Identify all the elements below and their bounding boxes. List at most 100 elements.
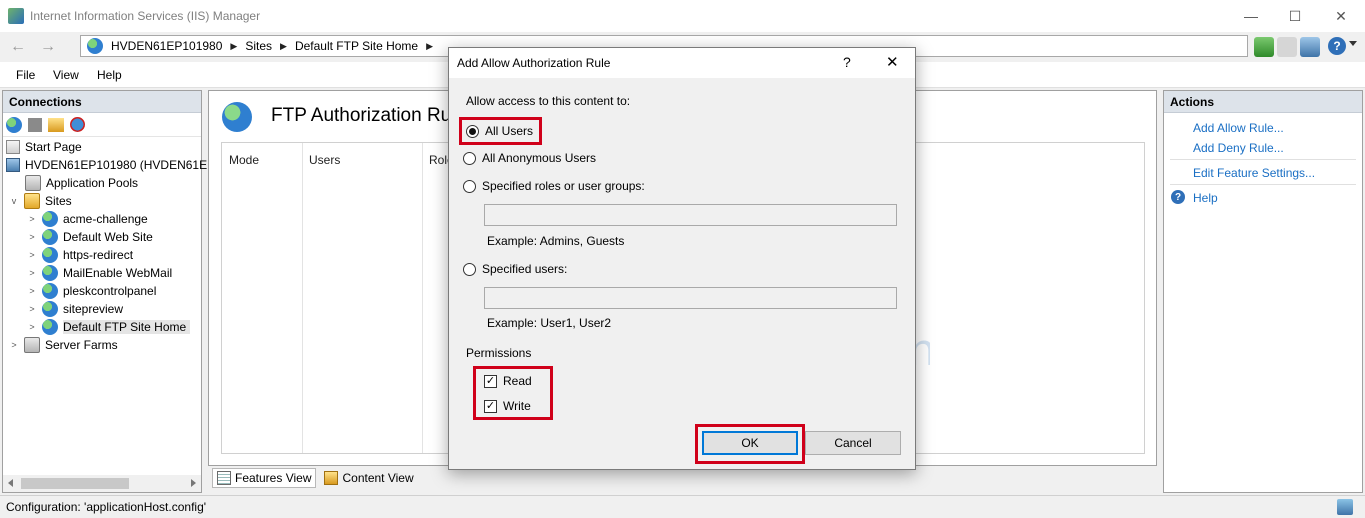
site-globe-icon [42,283,58,299]
expand-icon[interactable]: > [27,304,37,314]
tree-item-server[interactable]: HVDEN61EP101980 (HVDEN61EP1 [3,156,222,174]
users-input[interactable] [484,287,897,309]
column-header-mode[interactable]: Mode [229,153,259,167]
tree-item-server-farms[interactable]: > Server Farms [3,336,201,354]
back-button[interactable]: ← [6,36,30,58]
tree-label: HVDEN61EP101980 (HVDEN61EP1 [25,158,222,172]
write-permission[interactable]: ✓ Write [484,399,531,413]
tree-label: Application Pools [46,176,139,190]
help-link[interactable]: Help [1193,191,1218,205]
column-divider[interactable] [422,143,423,453]
site-globe-icon [42,247,58,263]
read-checkbox[interactable]: ✓ [484,374,497,388]
tab-content-view[interactable]: Content View [320,468,417,488]
crumb-separator-icon[interactable]: ▶ [280,41,287,52]
expand-icon[interactable]: > [27,250,37,260]
tree-label: Server Farms [45,338,118,352]
tree-item-app-pools[interactable]: Application Pools [3,174,201,192]
horizontal-scrollbar[interactable] [3,475,201,492]
tree-item-sites[interactable]: v Sites [3,192,201,210]
menu-file[interactable]: File [16,68,35,82]
scrollbar-thumb[interactable] [21,478,129,489]
tab-features-view[interactable]: Features View [212,468,317,488]
collapse-icon[interactable]: v [9,196,19,206]
site-globe-icon [42,211,58,227]
tree-item-site[interactable]: > sitepreview [3,300,201,318]
home-icon[interactable] [1300,37,1320,57]
roles-input[interactable] [484,204,897,226]
connect-icon[interactable] [6,116,22,133]
tree-item-site-selected[interactable]: > Default FTP Site Home [3,318,201,336]
dialog-close-button[interactable]: ✕ [886,53,899,71]
column-divider[interactable] [302,143,303,453]
expand-icon[interactable]: > [27,214,37,224]
permission-label: Read [503,374,532,388]
all-users-radio[interactable] [466,124,479,138]
expand-icon[interactable]: > [27,286,37,296]
add-allow-rule-link[interactable]: Add Allow Rule... [1193,121,1284,135]
tree-label: Default Web Site [63,230,153,244]
expand-icon[interactable]: > [27,232,37,242]
menu-help[interactable]: Help [97,68,122,82]
ok-button[interactable]: OK [702,431,798,455]
scroll-left-icon[interactable] [8,479,13,487]
maximize-button[interactable]: ☐ [1272,0,1318,32]
feature-globe-icon [222,102,252,132]
column-header-users[interactable]: Users [309,153,340,167]
crumb-sites[interactable]: Sites [237,39,280,53]
status-bar: Configuration: 'applicationHost.config' [0,495,1365,518]
tree-label: pleskcontrolpanel [63,284,157,298]
site-globe-icon [42,229,58,245]
option-all-anonymous[interactable]: All Anonymous Users [463,151,596,165]
connections-toolbar [3,113,201,137]
option-specified-roles[interactable]: Specified roles or user groups: [463,179,645,193]
tree-label: acme-challenge [63,212,148,226]
dialog-title-bar: Add Allow Authorization Rule ? ✕ [449,48,915,78]
close-window-button[interactable]: ✕ [1318,0,1364,32]
dialog-help-button[interactable]: ? [843,54,851,70]
menu-view[interactable]: View [53,68,79,82]
read-permission[interactable]: ✓ Read [484,374,532,388]
sites-folder-icon [24,193,40,209]
option-all-users[interactable]: All Users [459,117,542,145]
expand-icon[interactable]: > [9,340,19,350]
crumb-site[interactable]: Default FTP Site Home [287,39,426,53]
crumb-server[interactable]: HVDEN61EP101980 [103,39,230,53]
connections-title: Connections [3,91,201,113]
window-title: Internet Information Services (IIS) Mana… [30,9,261,23]
network-status-icon [1337,499,1353,515]
dialog-title: Add Allow Authorization Rule [457,56,611,70]
up-folder-icon[interactable] [48,117,64,132]
option-specified-users[interactable]: Specified users: [463,262,567,276]
tree-item-site[interactable]: > acme-challenge [3,210,201,228]
scroll-right-icon[interactable] [191,479,196,487]
disconnect-icon[interactable] [70,117,85,132]
help-icon[interactable]: ? [1328,37,1346,55]
add-deny-rule-link[interactable]: Add Deny Rule... [1193,141,1284,155]
cancel-button[interactable]: Cancel [805,431,901,455]
permissions-label: Permissions [466,346,532,360]
help-dropdown-icon[interactable] [1349,41,1357,46]
tree-item-site[interactable]: > pleskcontrolpanel [3,282,201,300]
expand-icon[interactable]: > [27,322,37,332]
save-icon[interactable] [28,117,42,132]
tab-label: Features View [235,471,312,485]
tree-item-site[interactable]: > https-redirect [3,246,201,264]
tree-item-site[interactable]: > MailEnable WebMail [3,264,201,282]
forward-button[interactable]: → [36,36,60,58]
stop-icon[interactable] [1277,37,1297,57]
tree-item-start-page[interactable]: Start Page [3,138,201,156]
refresh-icon[interactable] [1254,37,1274,57]
tree-item-site[interactable]: > Default Web Site [3,228,201,246]
specified-roles-radio[interactable] [463,179,476,193]
minimize-button[interactable]: — [1228,0,1274,32]
write-checkbox[interactable]: ✓ [484,399,497,413]
connections-tree: Start Page HVDEN61EP101980 (HVDEN61EP1 A… [3,137,222,354]
specified-users-radio[interactable] [463,262,476,276]
all-anonymous-radio[interactable] [463,151,476,165]
crumb-separator-icon[interactable]: ▶ [426,41,433,52]
crumb-separator-icon[interactable]: ▶ [230,41,237,52]
expand-icon[interactable]: > [27,268,37,278]
edit-feature-settings-link[interactable]: Edit Feature Settings... [1193,166,1315,180]
actions-divider [1170,159,1356,160]
